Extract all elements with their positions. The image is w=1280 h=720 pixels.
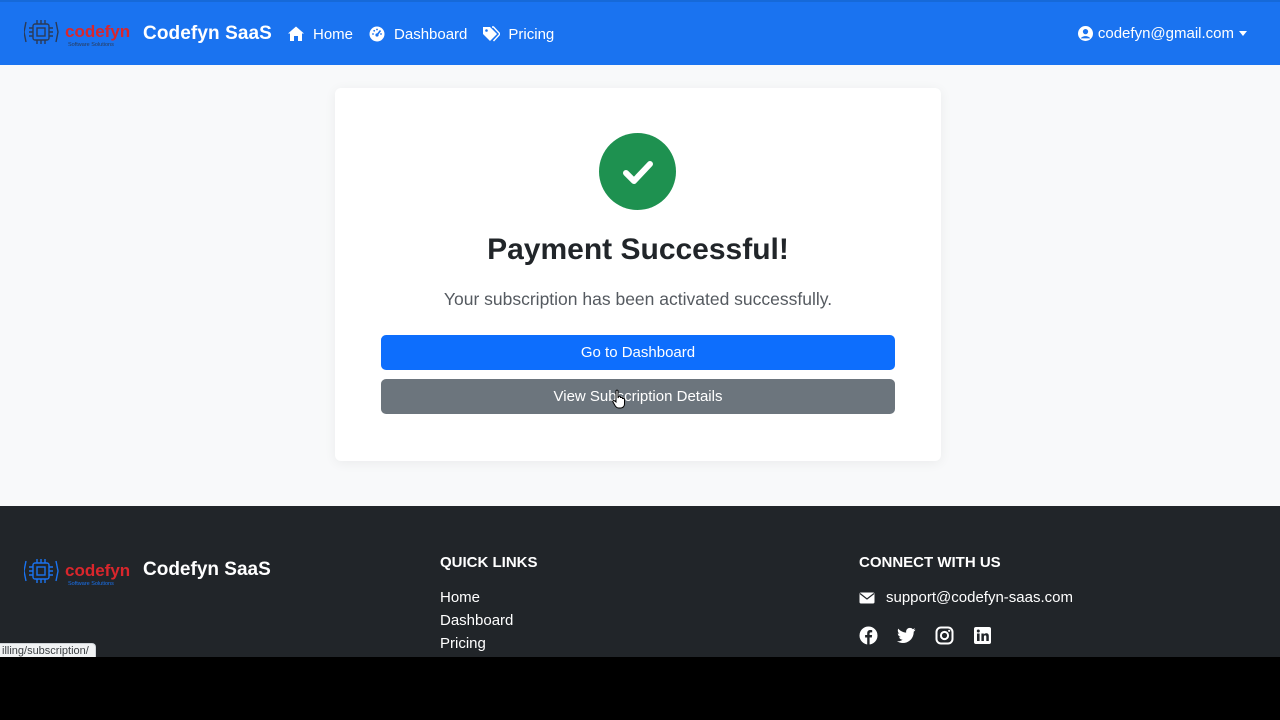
status-bar-url: illing/subscription/ — [0, 643, 96, 657]
nav-link-pricing[interactable]: Pricing — [482, 22, 554, 46]
user-circle-icon — [1077, 26, 1093, 41]
success-title: Payment Successful! — [487, 233, 789, 266]
success-check-icon — [599, 133, 676, 210]
quick-links-list: Home Dashboard Pricing — [440, 589, 513, 657]
success-message: Your subscription has been activated suc… — [443, 289, 833, 309]
twitter-icon[interactable] — [897, 626, 916, 645]
brand-logo[interactable]: codefyn Software Solutions — [24, 16, 130, 50]
support-email-link[interactable]: support@codefyn-saas.com — [859, 589, 1073, 606]
nav-link-home[interactable]: Home — [287, 22, 353, 46]
footer: codefyn Software Solutions Codefyn SaaS … — [0, 506, 1280, 657]
payment-success-card: Payment Successful! Your subscription ha… — [335, 88, 941, 461]
footer-link-dashboard[interactable]: Dashboard — [440, 612, 513, 635]
svg-text:codefyn: codefyn — [65, 561, 130, 580]
svg-text:codefyn: codefyn — [65, 22, 130, 41]
facebook-icon[interactable] — [859, 626, 878, 645]
go-to-dashboard-button[interactable]: Go to Dashboard — [381, 335, 895, 370]
page: codefyn Software Solutions Codefyn SaaS … — [0, 0, 1280, 657]
quick-links-heading: QUICK LINKS — [440, 554, 538, 571]
nav-link-pricing-label: Pricing — [508, 25, 555, 43]
connect-heading: CONNECT WITH US — [859, 554, 1001, 571]
nav-link-dashboard-label: Dashboard — [394, 25, 468, 43]
svg-text:Software Solutions: Software Solutions — [68, 42, 114, 48]
nav-link-home-label: Home — [313, 25, 354, 43]
home-icon — [287, 25, 305, 43]
footer-logo[interactable]: codefyn Software Solutions — [24, 555, 130, 589]
dashboard-gauge-icon — [368, 25, 386, 43]
support-email: support@codefyn-saas.com — [886, 589, 1073, 606]
view-subscription-details-button[interactable]: View Subscription Details — [381, 379, 895, 414]
footer-link-pricing[interactable]: Pricing — [440, 635, 513, 657]
linkedin-icon[interactable] — [973, 626, 992, 645]
navbar: codefyn Software Solutions Codefyn SaaS … — [0, 0, 1280, 65]
envelope-icon — [859, 591, 875, 605]
user-email: codefyn@gmail.com — [1097, 25, 1234, 42]
footer-brand: Codefyn SaaS — [143, 559, 271, 580]
chevron-down-icon — [1239, 31, 1247, 36]
nav-links: Home Dashboard Pricing — [287, 22, 569, 46]
brand-name[interactable]: Codefyn SaaS — [143, 23, 272, 45]
footer-link-home[interactable]: Home — [440, 589, 513, 612]
tags-icon — [482, 25, 501, 43]
user-menu-dropdown[interactable]: codefyn@gmail.com — [1077, 25, 1247, 42]
social-links — [859, 626, 1011, 645]
letterbox-bar — [0, 657, 1280, 720]
nav-link-dashboard[interactable]: Dashboard — [368, 22, 467, 46]
instagram-icon[interactable] — [935, 626, 954, 645]
svg-text:Software Solutions: Software Solutions — [68, 581, 114, 587]
